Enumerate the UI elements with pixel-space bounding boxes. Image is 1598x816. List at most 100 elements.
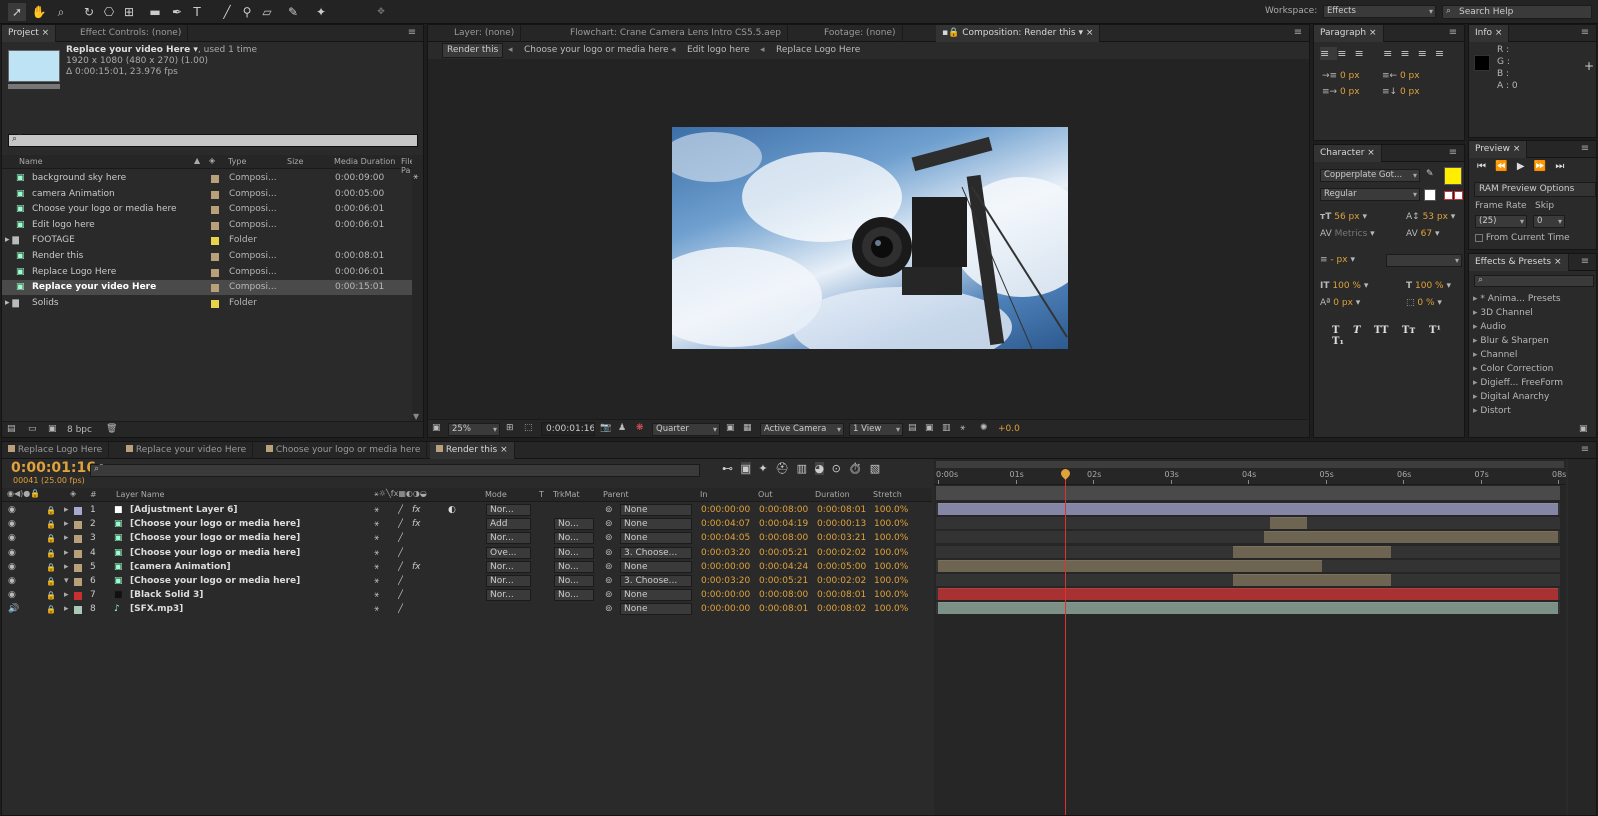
work-area-bar[interactable] bbox=[936, 461, 1564, 468]
layer-out-point[interactable]: 0:00:08:00 bbox=[759, 503, 808, 518]
tsume-control[interactable]: ⬚ 0 % ▾ bbox=[1406, 298, 1442, 308]
layer-out-point[interactable]: 0:00:08:00 bbox=[759, 531, 808, 546]
time-ruler[interactable]: 0:00s 01s 02s 03s 04s 05s 06s 07s 08s bbox=[934, 469, 1566, 485]
layer-duration[interactable]: 0:00:02:02 bbox=[817, 546, 866, 561]
first-frame-icon[interactable]: ⏮ bbox=[1477, 161, 1486, 172]
quality-switch-icon[interactable]: ╱ bbox=[398, 574, 403, 589]
exposure-reset-icon[interactable]: ✺ bbox=[980, 423, 988, 433]
layer-name[interactable]: [Black Solid 3] bbox=[130, 588, 370, 603]
layer-in-point[interactable]: 0:00:03:20 bbox=[701, 574, 750, 589]
lock-icon[interactable]: ▪🔒 bbox=[942, 28, 959, 38]
tab-footage[interactable]: Footage: (none) bbox=[818, 25, 903, 42]
layer-out-point[interactable]: 0:00:08:00 bbox=[759, 588, 808, 603]
justify-center-icon[interactable]: ≡ bbox=[1400, 47, 1417, 60]
layer-stretch[interactable]: 100.0% bbox=[874, 546, 908, 561]
effects-category[interactable]: ▸ Blur & Sharpen bbox=[1473, 334, 1596, 348]
layer-duration-bar[interactable] bbox=[938, 559, 1323, 572]
lock-toggle-icon[interactable]: 🔒 bbox=[46, 588, 56, 603]
preview-menu-icon[interactable]: ≡ bbox=[1578, 142, 1592, 156]
parent-pickwhip-icon[interactable]: ⊚ bbox=[605, 560, 613, 575]
fx-switch-icon[interactable]: fx bbox=[412, 517, 421, 532]
motion-blur-icon[interactable]: ◕ bbox=[814, 462, 825, 475]
ram-preview-options[interactable]: RAM Preview Options bbox=[1474, 182, 1596, 197]
col-stretch[interactable]: Stretch bbox=[873, 490, 902, 499]
twirl-arrow-icon[interactable]: ▸ bbox=[64, 517, 69, 532]
effects-category[interactable]: ▸ Audio bbox=[1473, 320, 1596, 334]
shy-switch-icon[interactable]: ⚹ bbox=[374, 531, 379, 546]
small-caps-icon[interactable]: Tт bbox=[1402, 325, 1416, 336]
text-tool-icon[interactable]: T bbox=[188, 3, 206, 21]
project-item[interactable]: ▣ camera Animation Composi... 0:00:05:00 bbox=[2, 187, 412, 202]
fill-color-swatch[interactable] bbox=[1444, 167, 1462, 185]
tab-replace-your-video-here[interactable]: Replace your video Here bbox=[120, 442, 254, 459]
parent-dropdown[interactable]: 3. Choose... bbox=[620, 575, 692, 587]
quality-switch-icon[interactable]: ╱ bbox=[398, 546, 403, 561]
layer-stretch[interactable]: 100.0% bbox=[874, 588, 908, 603]
col-name[interactable]: Name bbox=[19, 157, 43, 166]
stroke-width-control[interactable]: ≡ - px ▾ bbox=[1320, 255, 1355, 265]
leading-control[interactable]: A↕ 53 px ▾ bbox=[1406, 212, 1455, 222]
twirl-arrow-icon[interactable]: ▸ bbox=[64, 531, 69, 546]
lock-toggle-icon[interactable]: 🔒 bbox=[46, 574, 56, 589]
flowchart-icon[interactable]: ⚹ bbox=[960, 423, 965, 433]
pan-behind-tool-icon[interactable]: ⊞ bbox=[120, 3, 138, 21]
col-in[interactable]: In bbox=[700, 490, 707, 499]
rotate-tool-icon[interactable]: ↻ bbox=[80, 3, 98, 21]
video-toggle-icon[interactable]: ◉ bbox=[8, 503, 16, 518]
timeline-search-input[interactable]: ⌕˜ bbox=[90, 464, 700, 477]
audio-toggle-icon[interactable]: 🔊 bbox=[8, 602, 19, 617]
project-item[interactable]: ▣ Render this Composi... 0:00:08:01 bbox=[2, 249, 412, 264]
new-folder-icon[interactable]: ▭ bbox=[28, 424, 37, 434]
faux-bold-icon[interactable]: T bbox=[1332, 325, 1339, 336]
snapshot-layers-icon[interactable]: ▧ bbox=[870, 462, 880, 475]
magnification-dropdown[interactable]: 25% bbox=[448, 423, 500, 436]
layer-label-chip[interactable] bbox=[74, 507, 82, 515]
parent-dropdown[interactable]: None bbox=[620, 532, 692, 545]
label-color-chip[interactable] bbox=[211, 206, 219, 215]
justify-right-icon[interactable]: ≡ bbox=[1418, 47, 1435, 60]
mask-visibility-icon[interactable]: ⬚ bbox=[524, 423, 533, 433]
previous-frame-icon[interactable]: ⏪ bbox=[1495, 161, 1507, 172]
layer-in-point[interactable]: 0:00:03:20 bbox=[701, 546, 750, 561]
layer-label-chip[interactable] bbox=[74, 563, 82, 572]
layer-duration-bar[interactable] bbox=[1263, 531, 1558, 544]
label-color-chip[interactable] bbox=[211, 299, 219, 308]
col-duration[interactable]: Duration bbox=[815, 490, 850, 499]
tab-project[interactable]: Project × bbox=[2, 25, 57, 42]
layer-mode-dropdown[interactable]: Nor... bbox=[486, 575, 531, 587]
subscript-icon[interactable]: T₁ bbox=[1332, 336, 1344, 347]
project-scrollbar[interactable]: ▼ ⚹ bbox=[412, 155, 423, 421]
new-comp-icon[interactable]: ▣ bbox=[48, 424, 57, 434]
effects-search-input[interactable]: ⌕ bbox=[1474, 275, 1594, 287]
twirl-arrow-icon[interactable]: ▾ bbox=[64, 574, 69, 589]
label-color-chip[interactable] bbox=[211, 221, 219, 230]
project-search-input[interactable]: ⌕˜ bbox=[8, 134, 418, 147]
layer-label-chip[interactable] bbox=[74, 592, 82, 601]
layer-row[interactable]: ◉ 🔒 ▸ 3 ▣ [Choose your logo or media here] ⚹ ╱ N… bbox=[2, 531, 932, 546]
layer-duration[interactable]: 0:00:03:21 bbox=[817, 531, 866, 546]
rectangle-tool-icon[interactable]: ▬ bbox=[146, 3, 164, 21]
video-toggle-icon[interactable]: ◉ bbox=[8, 560, 16, 575]
trkmat-dropdown[interactable]: No... bbox=[554, 575, 594, 587]
lock-toggle-icon[interactable]: 🔒 bbox=[46, 517, 56, 532]
layer-label-chip[interactable] bbox=[74, 535, 82, 544]
eyedropper-icon[interactable]: ✎ bbox=[1426, 169, 1434, 179]
lock-toggle-icon[interactable]: 🔒 bbox=[46, 503, 56, 518]
parent-dropdown[interactable]: None bbox=[620, 560, 692, 573]
play-icon[interactable]: ▶ bbox=[1517, 161, 1525, 172]
trkmat-dropdown[interactable]: No... bbox=[554, 560, 594, 573]
col-media-duration[interactable]: Media Duration bbox=[334, 157, 395, 166]
resolution-dropdown[interactable]: Quarter bbox=[652, 423, 720, 436]
layer-name[interactable]: [Adjustment Layer 6] bbox=[130, 503, 370, 518]
clone-tool-icon[interactable]: ⚲ bbox=[238, 3, 256, 21]
search-help-field[interactable]: ⌕ Search Help bbox=[1442, 5, 1592, 19]
twirl-arrow-icon[interactable]: ▸ bbox=[64, 546, 69, 561]
effects-category[interactable]: ▸ Digital Anarchy bbox=[1473, 390, 1596, 404]
project-item[interactable]: ▣ Edit logo here Composi... 0:00:06:01 bbox=[2, 218, 412, 233]
timeline-scrollbar[interactable] bbox=[1568, 459, 1596, 815]
effects-category[interactable]: ▸ Color Correction bbox=[1473, 362, 1596, 376]
tab-effect-controls[interactable]: Effect Controls: (none) bbox=[74, 25, 189, 42]
stroke-type-dropdown[interactable] bbox=[1386, 254, 1462, 267]
parent-pickwhip-icon[interactable]: ⊚ bbox=[605, 503, 613, 518]
exposure-value[interactable]: +0.0 bbox=[998, 424, 1020, 434]
